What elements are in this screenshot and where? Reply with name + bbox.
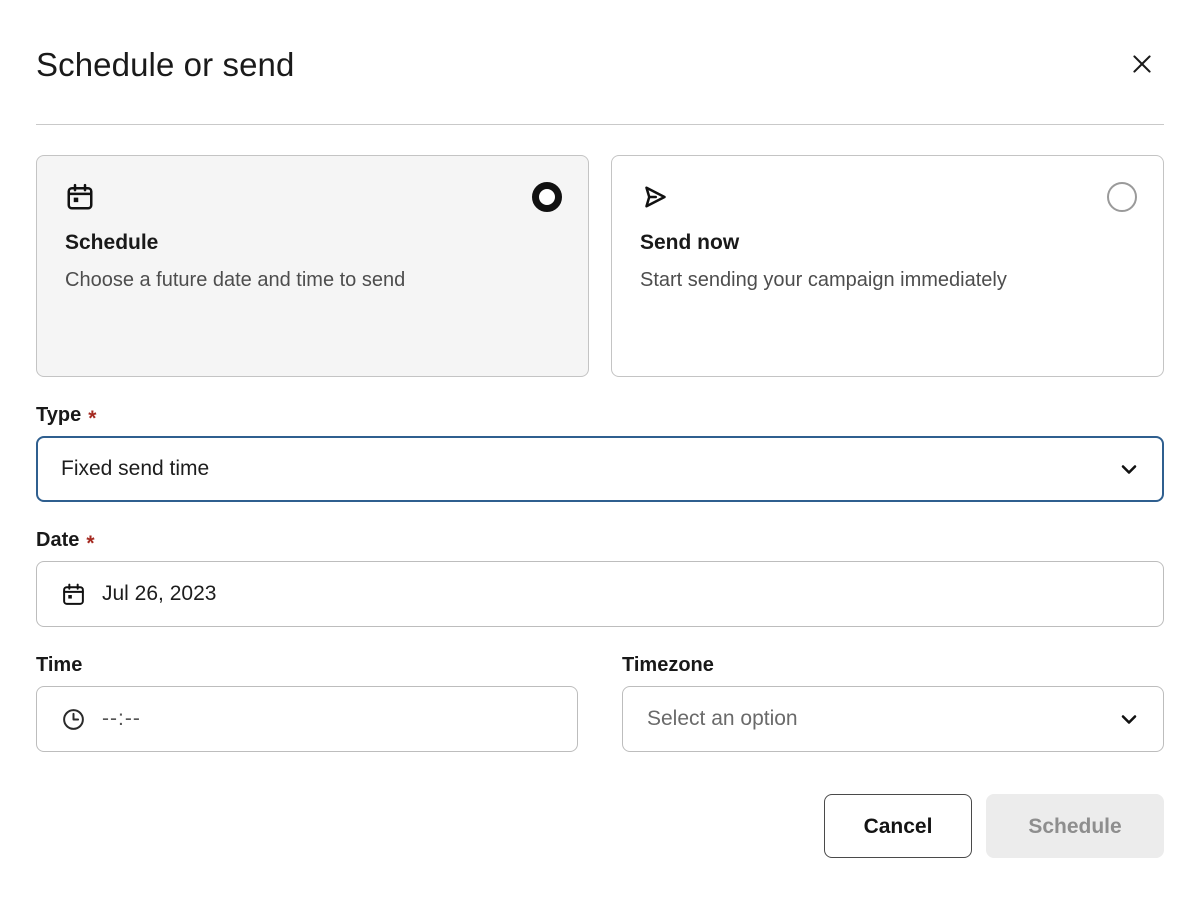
field-timezone: Timezone Select an option <box>622 653 1164 752</box>
timezone-select[interactable]: Select an option <box>622 686 1164 752</box>
chevron-down-icon <box>1117 457 1141 481</box>
date-input-value: Jul 26, 2023 <box>102 582 1141 606</box>
radio-schedule[interactable] <box>532 182 562 212</box>
option-card-send-now[interactable]: Send now Start sending your campaign imm… <box>611 155 1164 377</box>
label-type-text: Type <box>36 403 81 427</box>
send-mode-options: Schedule Choose a future date and time t… <box>36 155 1164 377</box>
cancel-button[interactable]: Cancel <box>824 794 972 858</box>
send-plane-icon <box>640 182 1137 212</box>
calendar-event-icon <box>61 582 86 607</box>
time-input-value: --:-- <box>102 707 555 731</box>
time-timezone-row: Time --:-- Timezone Select an option <box>36 653 1164 752</box>
chevron-down-icon <box>1117 707 1141 731</box>
label-date-text: Date <box>36 528 79 552</box>
schedule-button[interactable]: Schedule <box>986 794 1164 858</box>
required-indicator-type: * <box>88 408 96 429</box>
label-date: Date * <box>36 528 1164 552</box>
type-select-value: Fixed send time <box>61 457 1105 481</box>
header-divider <box>36 124 1164 125</box>
label-type: Type * <box>36 403 1164 427</box>
option-title-send-now: Send now <box>640 230 1137 255</box>
label-time: Time <box>36 653 578 677</box>
clock-icon <box>61 707 86 732</box>
required-indicator-date: * <box>86 533 94 554</box>
calendar-event-icon <box>65 182 562 212</box>
timezone-select-value: Select an option <box>647 707 1105 731</box>
radio-send-now[interactable] <box>1107 182 1137 212</box>
label-timezone-text: Timezone <box>622 653 714 677</box>
close-icon <box>1129 51 1155 80</box>
option-title-schedule: Schedule <box>65 230 562 255</box>
field-date: Date * Jul 26, 2023 <box>36 528 1164 627</box>
dialog-footer: Cancel Schedule <box>36 794 1164 858</box>
option-description-schedule: Choose a future date and time to send <box>65 266 445 295</box>
date-input[interactable]: Jul 26, 2023 <box>36 561 1164 627</box>
label-time-text: Time <box>36 653 82 677</box>
field-type: Type * Fixed send time <box>36 403 1164 502</box>
page-title: Schedule or send <box>36 46 294 84</box>
close-button[interactable] <box>1122 45 1162 85</box>
time-input[interactable]: --:-- <box>36 686 578 752</box>
field-time: Time --:-- <box>36 653 578 752</box>
dialog-header: Schedule or send <box>36 0 1164 124</box>
schedule-or-send-dialog: Schedule or send <box>0 0 1200 912</box>
option-description-send-now: Start sending your campaign immediately <box>640 266 1020 295</box>
option-card-schedule[interactable]: Schedule Choose a future date and time t… <box>36 155 589 377</box>
label-timezone: Timezone <box>622 653 1164 677</box>
type-select[interactable]: Fixed send time <box>36 436 1164 502</box>
